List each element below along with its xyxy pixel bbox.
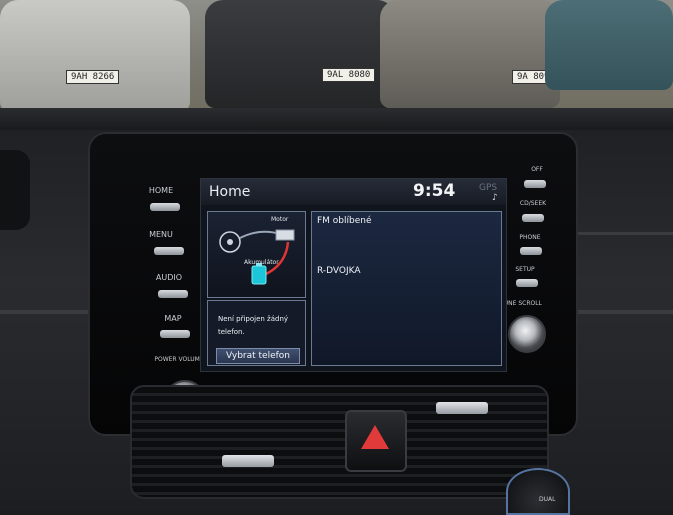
license-plate: 9AL 8080: [322, 68, 376, 82]
setup-hardware-button[interactable]: [516, 279, 538, 287]
off-hardware-button[interactable]: [524, 180, 546, 188]
screen-title: Home: [209, 184, 251, 200]
music-note-icon: ♪: [492, 193, 498, 203]
menu-button-label: MENU: [149, 230, 173, 239]
energy-flow-icon: [219, 229, 295, 285]
dual-label: DUAL: [539, 496, 556, 503]
menu-hardware-button[interactable]: [154, 247, 184, 255]
radio-tile[interactable]: FM oblíbené R-DVOJKA: [311, 211, 502, 366]
battery-label: Akumulátor: [244, 259, 279, 266]
climate-knob[interactable]: [506, 468, 570, 515]
phone-button-label: PHONE: [519, 234, 541, 241]
car-black: 9AL 8080: [205, 0, 395, 108]
car-teal: [545, 0, 673, 90]
map-button-label: MAP: [164, 314, 182, 323]
hybrid-energy-tile[interactable]: Motor Akumulátor: [207, 211, 306, 298]
phone-tile: Není připojen žádný telefon. Vybrat tele…: [207, 300, 306, 366]
home-button-label: HOME: [148, 186, 174, 195]
power-volume-label: POWER VOLUME: [154, 356, 204, 363]
phone-status-message: Není připojen žádný telefon.: [218, 315, 289, 336]
parking-lot-background: 9AH 8266 9AL 8080 9A 8090: [0, 0, 673, 125]
car-grey: 9A 8090: [380, 0, 560, 108]
hazard-triangle-icon: [361, 425, 389, 449]
setup-button-label: SETUP: [515, 266, 535, 273]
off-button-label: OFF: [531, 166, 543, 173]
tune-scroll-knob[interactable]: [508, 315, 546, 353]
vent-adjust-tab[interactable]: [436, 402, 488, 414]
seek-hardware-button[interactable]: [522, 214, 544, 222]
home-hardware-button[interactable]: [150, 203, 180, 211]
station-name: R-DVOJKA: [317, 266, 361, 276]
license-plate: 9AH 8266: [66, 70, 120, 84]
motor-label: Motor: [271, 216, 289, 223]
fm-favorites-label: FM oblíbené: [317, 216, 372, 226]
vent-adjust-tab[interactable]: [222, 455, 274, 467]
touch-screen: Home 9:54 GPS Motor Akumulátor Není přip…: [200, 178, 507, 372]
seek-button-label: CD/SEEK: [519, 200, 547, 207]
gps-indicator: GPS: [479, 183, 498, 193]
clock: 9:54: [413, 181, 456, 201]
phone-holder: [0, 150, 30, 230]
select-phone-button[interactable]: Vybrat telefon: [216, 348, 300, 364]
phone-hardware-button[interactable]: [520, 247, 542, 255]
hazard-button[interactable]: [345, 410, 407, 472]
car-silver: 9AH 8266: [0, 0, 190, 112]
audio-button-label: AUDIO: [155, 273, 183, 282]
audio-hardware-button[interactable]: [158, 290, 188, 298]
status-bar: Home 9:54 GPS: [201, 179, 506, 205]
map-hardware-button[interactable]: [160, 330, 190, 338]
